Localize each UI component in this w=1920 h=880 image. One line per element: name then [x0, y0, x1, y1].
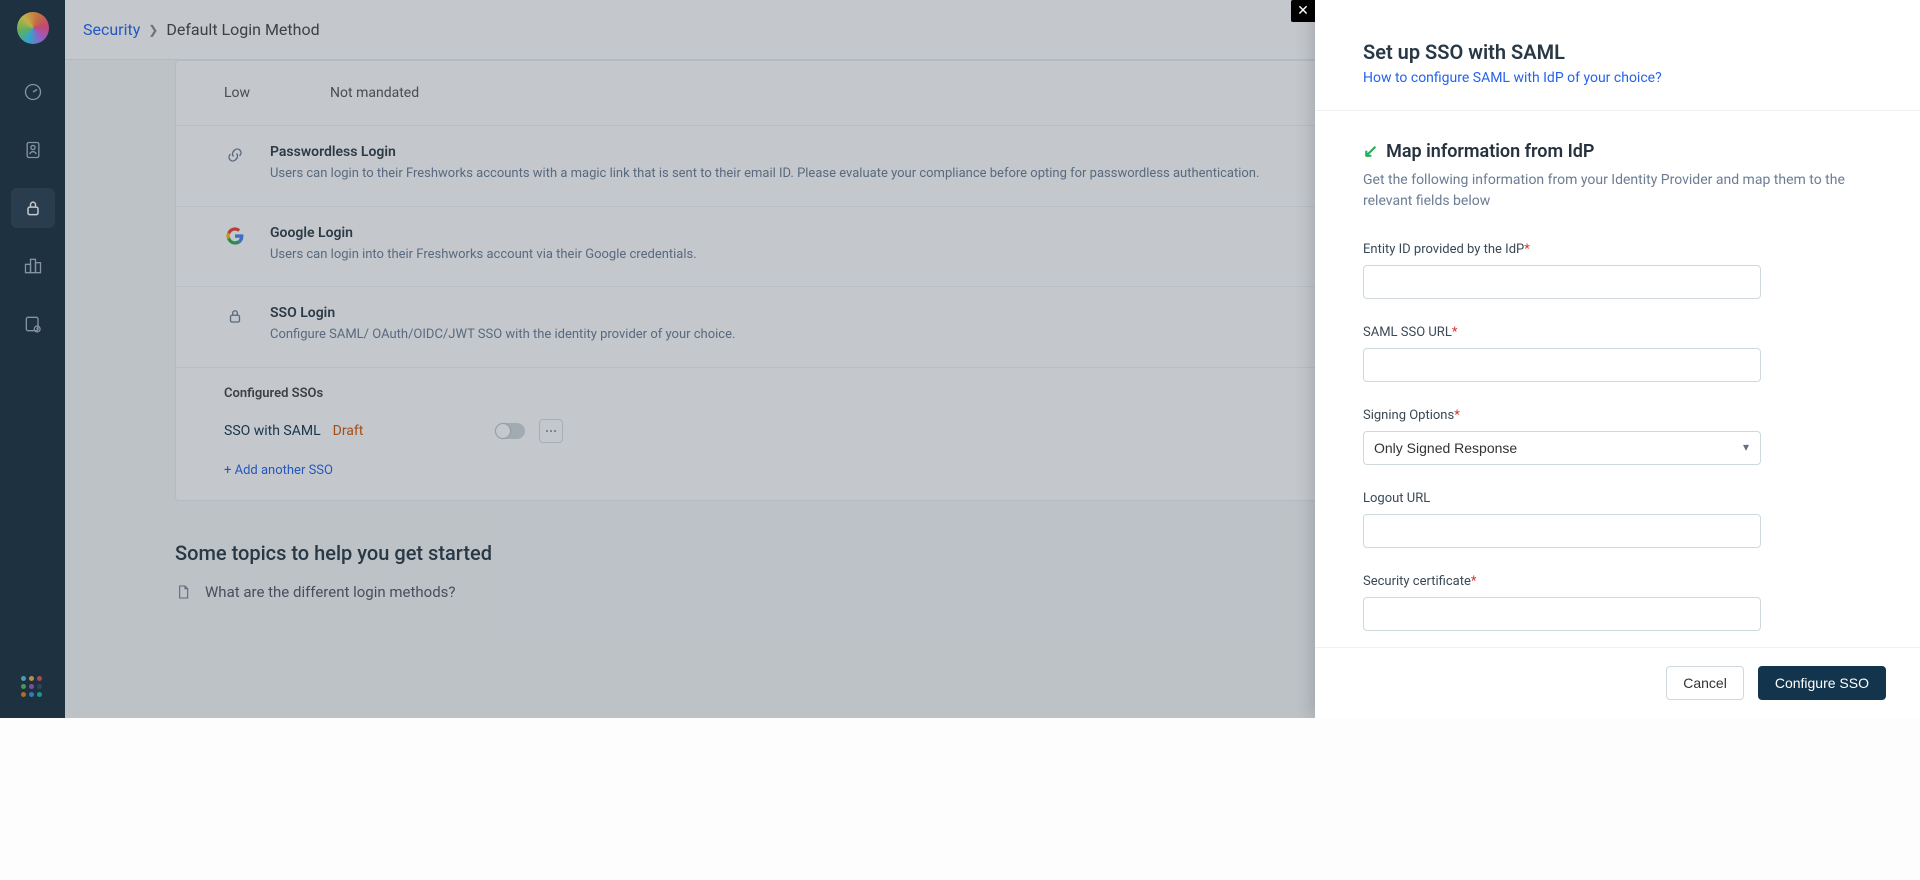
sso-enable-toggle[interactable]: [495, 423, 525, 439]
audit-log-icon: [23, 314, 43, 334]
app-launcher[interactable]: [21, 676, 45, 700]
summary-col2: Not mandated: [330, 85, 419, 101]
label-entity-id: Entity ID provided by the IdP*: [1363, 242, 1872, 257]
sidebar: [0, 0, 65, 718]
drawer-body[interactable]: ↙ Map information from IdP Get the follo…: [1315, 111, 1920, 647]
drawer-footer: Cancel Configure SSO: [1315, 647, 1920, 718]
nav-org[interactable]: [11, 246, 55, 286]
brand-logo: [17, 12, 49, 44]
breadcrumb-current: Default Login Method: [166, 20, 319, 39]
section-desc: Get the following information from your …: [1363, 170, 1872, 212]
nav-users[interactable]: [11, 130, 55, 170]
label-cert: Security certificate*: [1363, 574, 1872, 589]
cancel-button[interactable]: Cancel: [1666, 666, 1744, 700]
sso-more-button[interactable]: [539, 419, 563, 443]
label-sso-url: SAML SSO URL*: [1363, 325, 1872, 340]
security-cert-input[interactable]: [1363, 597, 1761, 631]
user-badge-icon: [23, 140, 43, 160]
drawer-title: Set up SSO with SAML: [1363, 40, 1872, 64]
nav-security[interactable]: [11, 188, 55, 228]
arrow-down-left-icon: ↙: [1363, 141, 1378, 162]
logout-url-input[interactable]: [1363, 514, 1761, 548]
lock-icon: [23, 198, 43, 218]
configure-sso-button[interactable]: Configure SSO: [1758, 666, 1886, 700]
chevron-right-icon: ❯: [148, 23, 158, 37]
document-icon: [175, 584, 191, 600]
kebab-icon: [544, 424, 558, 438]
os-area-placeholder: [0, 718, 1920, 880]
drawer-header: Set up SSO with SAML How to configure SA…: [1315, 0, 1920, 111]
label-signing: Signing Options*: [1363, 408, 1872, 423]
faq-text: What are the different login methods?: [205, 583, 456, 601]
breadcrumb-root[interactable]: Security: [83, 20, 140, 39]
saml-config-drawer: ✕ Set up SSO with SAML How to configure …: [1315, 0, 1920, 718]
status-badge: Draft: [333, 423, 364, 439]
sso-item-name: SSO with SAML: [224, 423, 321, 439]
label-logout: Logout URL: [1363, 491, 1872, 506]
lock-outline-icon: [224, 305, 246, 345]
link-icon: [224, 144, 246, 184]
section-title: ↙ Map information from IdP: [1363, 141, 1872, 162]
breadcrumb: Security ❯ Default Login Method: [83, 20, 320, 39]
summary-col1: Low: [224, 85, 250, 101]
signing-options-select[interactable]: [1363, 431, 1761, 465]
how-to-link[interactable]: How to configure SAML with IdP of your c…: [1363, 70, 1872, 86]
nav-dashboard[interactable]: [11, 72, 55, 112]
entity-id-input[interactable]: [1363, 265, 1761, 299]
sso-url-input[interactable]: [1363, 348, 1761, 382]
section-title-text: Map information from IdP: [1386, 141, 1594, 162]
nav-audit[interactable]: [11, 304, 55, 344]
close-drawer-button[interactable]: ✕: [1291, 0, 1315, 22]
gauge-icon: [23, 82, 43, 102]
google-icon: [224, 225, 246, 265]
buildings-icon: [23, 256, 43, 276]
close-icon: ✕: [1297, 3, 1309, 19]
